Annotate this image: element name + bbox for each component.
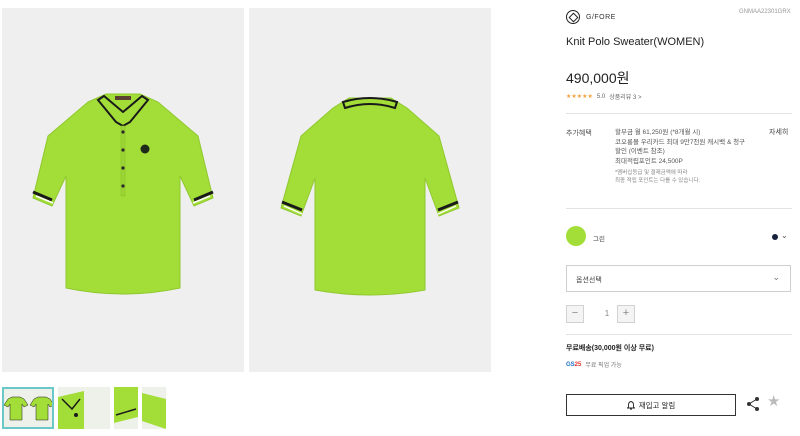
quantity-increase-button[interactable]: + — [617, 305, 635, 323]
thumbnail-image — [142, 393, 166, 429]
share-icon[interactable] — [746, 396, 760, 412]
rating-score: 5.0 — [596, 93, 606, 100]
thumbnail-image — [114, 387, 138, 423]
color-swatch-navy[interactable] — [772, 234, 778, 240]
gs-pickup-info: GS25 무료 픽업 가능 — [566, 360, 622, 370]
gs25-logo-icon: GS25 — [566, 362, 581, 368]
gs-pickup-text: 무료 픽업 가능 — [585, 363, 622, 369]
quantity-decrease-button[interactable]: − — [566, 305, 584, 323]
benefits-detail-link[interactable]: 자세히 — [769, 127, 788, 137]
thumbnail-image — [58, 391, 84, 429]
restock-alert-button[interactable]: 재입고 알림 — [566, 394, 736, 416]
benefit-line: 최대적립포인트 24,500P — [615, 157, 683, 165]
gs-logo-text: GS — [566, 361, 575, 368]
brand-logo-icon — [566, 10, 580, 24]
color-label: 그린 — [593, 236, 605, 243]
polo-back-illustration — [280, 97, 460, 296]
thumbnail-detail-collar[interactable] — [58, 387, 110, 429]
bell-icon — [626, 400, 635, 410]
thumbnail-detail-sleeve[interactable] — [114, 387, 138, 429]
product-image-back[interactable] — [249, 8, 491, 372]
benefit-note: *멤버십등급 및 결제금액에 따라 — [615, 170, 688, 177]
divider — [566, 113, 792, 114]
product-image-front[interactable] — [2, 8, 244, 372]
chevron-down-icon: ⌄ — [772, 272, 780, 282]
shipping-info: 무료배송(30,000원 이상 무료) — [566, 345, 654, 352]
divider — [566, 208, 792, 209]
brand-header[interactable]: G/FORE — [566, 10, 616, 24]
rating-stars-icon: ★★★★★ — [566, 94, 593, 100]
product-price: 490,000원 — [566, 70, 630, 86]
polo-front-illustration — [32, 93, 214, 295]
star-icon[interactable]: ★ — [767, 393, 780, 411]
product-title: Knit Polo Sweater(WOMEN) — [566, 36, 705, 48]
option-select[interactable]: 옵션선택 ⌄ — [566, 265, 791, 292]
color-swatch-green[interactable] — [566, 226, 586, 246]
thumbnail-strip — [2, 387, 166, 429]
benefit-line: 코오롱몰 우리카드 최대 9만7천원 캐시백 & 청구 — [615, 138, 746, 146]
benefit-line: 할부금 월 61,250원 (*8개월 시) — [615, 129, 701, 136]
benefit-notes: *멤버십등급 및 결제금액에 따라 최종 적립 포인트는 다를 수 있습니다. — [615, 170, 765, 185]
rating-row: ★★★★★ 5.0 상품리뷰 3 > — [566, 92, 642, 102]
restock-alert-label: 재입고 알림 — [638, 400, 676, 410]
divider — [566, 334, 792, 335]
thumbnail-image — [3, 396, 54, 421]
reviews-link[interactable]: 상품리뷰 3 > — [609, 92, 641, 101]
quantity-value[interactable]: 1 — [596, 309, 618, 318]
benefits-label: 추가혜택 — [566, 130, 592, 137]
gs-logo-number: 25 — [574, 361, 582, 368]
thumbnail-detail-hem[interactable] — [142, 387, 166, 429]
benefit-line: 할인 (이벤트 참조) — [615, 148, 665, 156]
product-sku: GNMAA22301GRX — [739, 9, 791, 15]
option-select-label: 옵션선택 — [576, 277, 602, 284]
benefit-note: 최종 적립 포인트는 다를 수 있습니다. — [615, 177, 701, 184]
thumbnail-front-back[interactable] — [2, 387, 54, 429]
chevron-down-icon[interactable]: ⌄ — [781, 231, 788, 240]
brand-name: G/FORE — [586, 13, 616, 21]
benefits-body: 할부금 월 61,250원 (*8개월 시) 코오롱몰 우리카드 최대 9만7천… — [615, 128, 765, 185]
